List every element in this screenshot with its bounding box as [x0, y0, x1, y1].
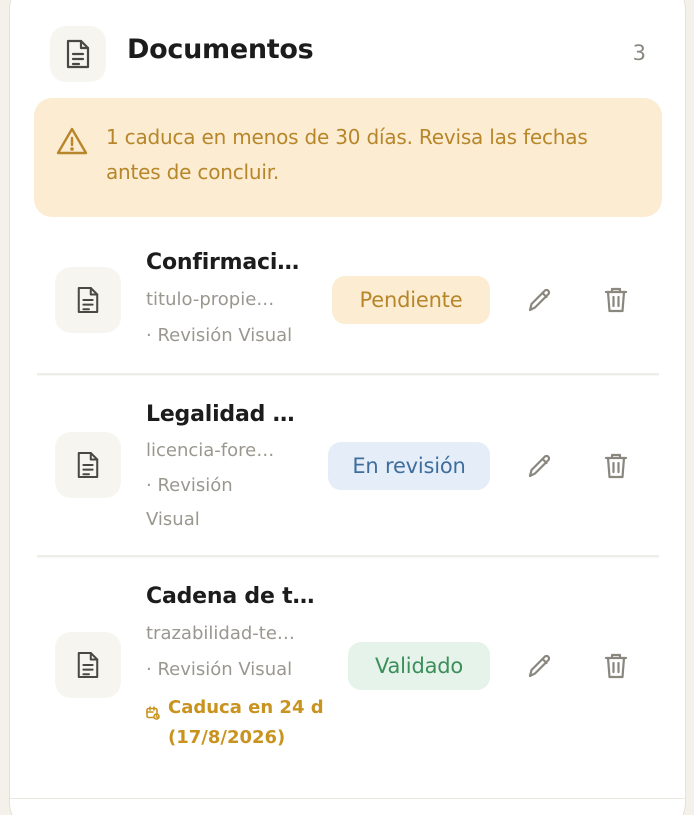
document-meta: · Revisión Visual [146, 659, 293, 680]
document-icon [55, 432, 121, 498]
delete-button[interactable] [599, 449, 633, 483]
status-badge: Pendiente [332, 276, 490, 324]
document-filename: titulo-propie… [146, 289, 275, 310]
document-name: Cadena de t… [146, 584, 315, 609]
warning-text: 1 caduca en menos de 30 días. Revisa las… [106, 125, 588, 184]
expiry-warning-banner: 1 caduca en menos de 30 días. Revisa las… [34, 98, 662, 217]
divider [37, 373, 659, 375]
document-filename: trazabilidad-te… [146, 623, 295, 644]
document-icon [55, 632, 121, 698]
document-name: Legalidad … [146, 402, 295, 427]
delete-button[interactable] [599, 649, 633, 683]
trash-icon [604, 453, 628, 479]
header-document-icon [50, 26, 106, 82]
divider [37, 555, 659, 557]
list-item[interactable]: Legalidad … licencia-fore… · Revisión Vi… [37, 376, 659, 554]
document-name: Confirmaci… [146, 250, 300, 275]
document-meta: · Revisión Visual [146, 325, 293, 346]
edit-button[interactable] [523, 283, 557, 317]
trash-icon [604, 287, 628, 313]
pencil-icon [528, 454, 551, 478]
warning-triangle-icon [56, 126, 88, 160]
document-count: 3 [632, 41, 646, 65]
pencil-icon [528, 288, 551, 312]
status-badge: Validado [348, 642, 490, 690]
card-bottom-divider [10, 798, 686, 799]
edit-button[interactable] [523, 649, 557, 683]
trash-icon [604, 653, 628, 679]
pencil-icon [528, 654, 551, 678]
delete-button[interactable] [599, 283, 633, 317]
edit-button[interactable] [523, 449, 557, 483]
list-item[interactable]: Confirmaci… titulo-propie… · Revisión Vi… [37, 232, 659, 372]
document-meta: · Revisión Visual [146, 475, 233, 530]
list-item[interactable]: Cadena de t… trazabilidad-te… · Revisión… [37, 558, 659, 778]
status-badge: En revisión [328, 442, 490, 490]
calendar-clock-icon [146, 700, 160, 730]
page-title: Documentos [127, 34, 314, 65]
expiry-text: Caduca en 24 d (17/8/2026) [168, 697, 324, 748]
document-filename: licencia-fore… [146, 440, 275, 461]
document-icon [55, 267, 121, 333]
